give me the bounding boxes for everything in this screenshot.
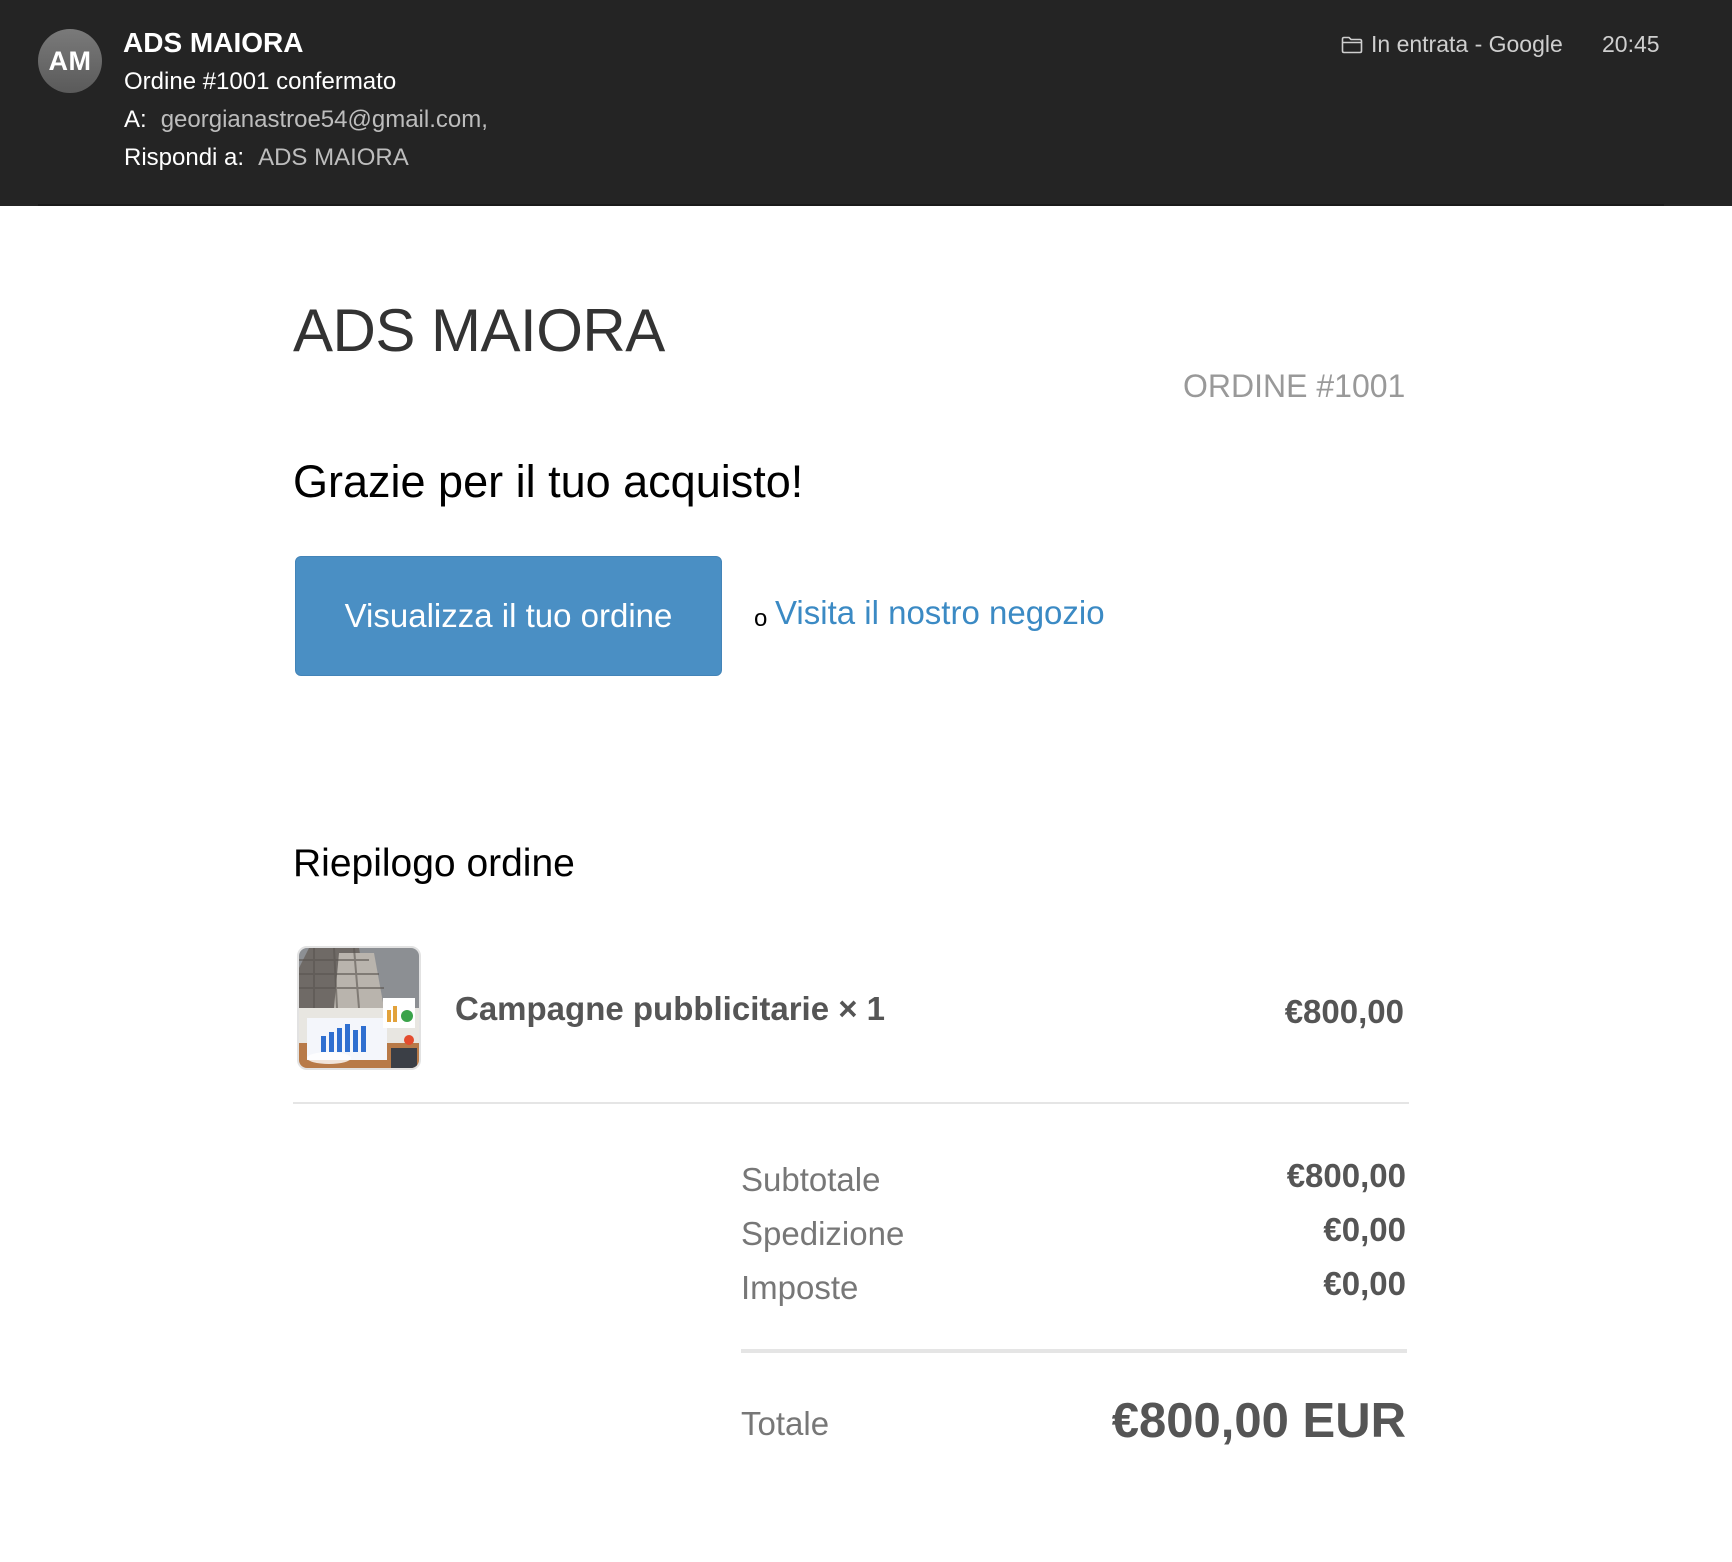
shipping-label: Spedizione — [741, 1215, 905, 1252]
shop-name: ADS MAIORA — [293, 297, 665, 364]
sender-avatar: AM — [38, 29, 102, 93]
reply-to-label: Rispondi a: — [124, 144, 245, 171]
visit-store-link[interactable]: Visita il nostro negozio — [775, 594, 1105, 632]
header-divider — [38, 204, 1664, 206]
taxes-value: €0,00 — [1323, 1265, 1406, 1302]
to-label: A: — [124, 106, 147, 133]
subtotal-label: Subtotale — [741, 1161, 881, 1198]
subtotal-value: €800,00 — [1286, 1157, 1406, 1194]
items-divider — [293, 1102, 1409, 1104]
reply-to-address[interactable]: ADS MAIORA — [258, 144, 409, 171]
folder-name: In entrata - Google — [1371, 31, 1563, 57]
to-row: A: georgianastroe54@gmail.com, — [124, 106, 488, 134]
folder-icon — [1341, 36, 1363, 53]
to-address[interactable]: georgianastroe54@gmail.com, — [161, 106, 488, 133]
order-summary-title: Riepilogo ordine — [293, 842, 575, 885]
thanks-heading: Grazie per il tuo acquisto! — [293, 456, 804, 507]
or-text: o — [754, 605, 768, 632]
shipping-value: €0,00 — [1323, 1211, 1406, 1248]
totals-divider — [741, 1349, 1407, 1353]
order-number: ORDINE #1001 — [1183, 368, 1406, 404]
email-header: AM ADS MAIORA Ordine #1001 confermato A:… — [0, 0, 1732, 206]
total-value: €800,00 EUR — [1111, 1394, 1406, 1448]
email-time: 20:45 — [1602, 31, 1660, 57]
email-subject: Ordine #1001 confermato — [124, 68, 397, 95]
taxes-label: Imposte — [741, 1269, 859, 1306]
reply-to-row: Rispondi a: ADS MAIORA — [124, 144, 409, 172]
product-price: €800,00 — [1284, 993, 1404, 1030]
product-title: Campagne pubblicitarie × 1 — [455, 990, 886, 1027]
mailbox-folder[interactable]: In entrata - Google — [1341, 31, 1563, 58]
view-order-button[interactable]: Visualizza il tuo ordine — [295, 556, 722, 676]
sender-name: ADS MAIORA — [123, 27, 304, 58]
total-label: Totale — [741, 1405, 830, 1442]
product-image — [297, 946, 421, 1070]
